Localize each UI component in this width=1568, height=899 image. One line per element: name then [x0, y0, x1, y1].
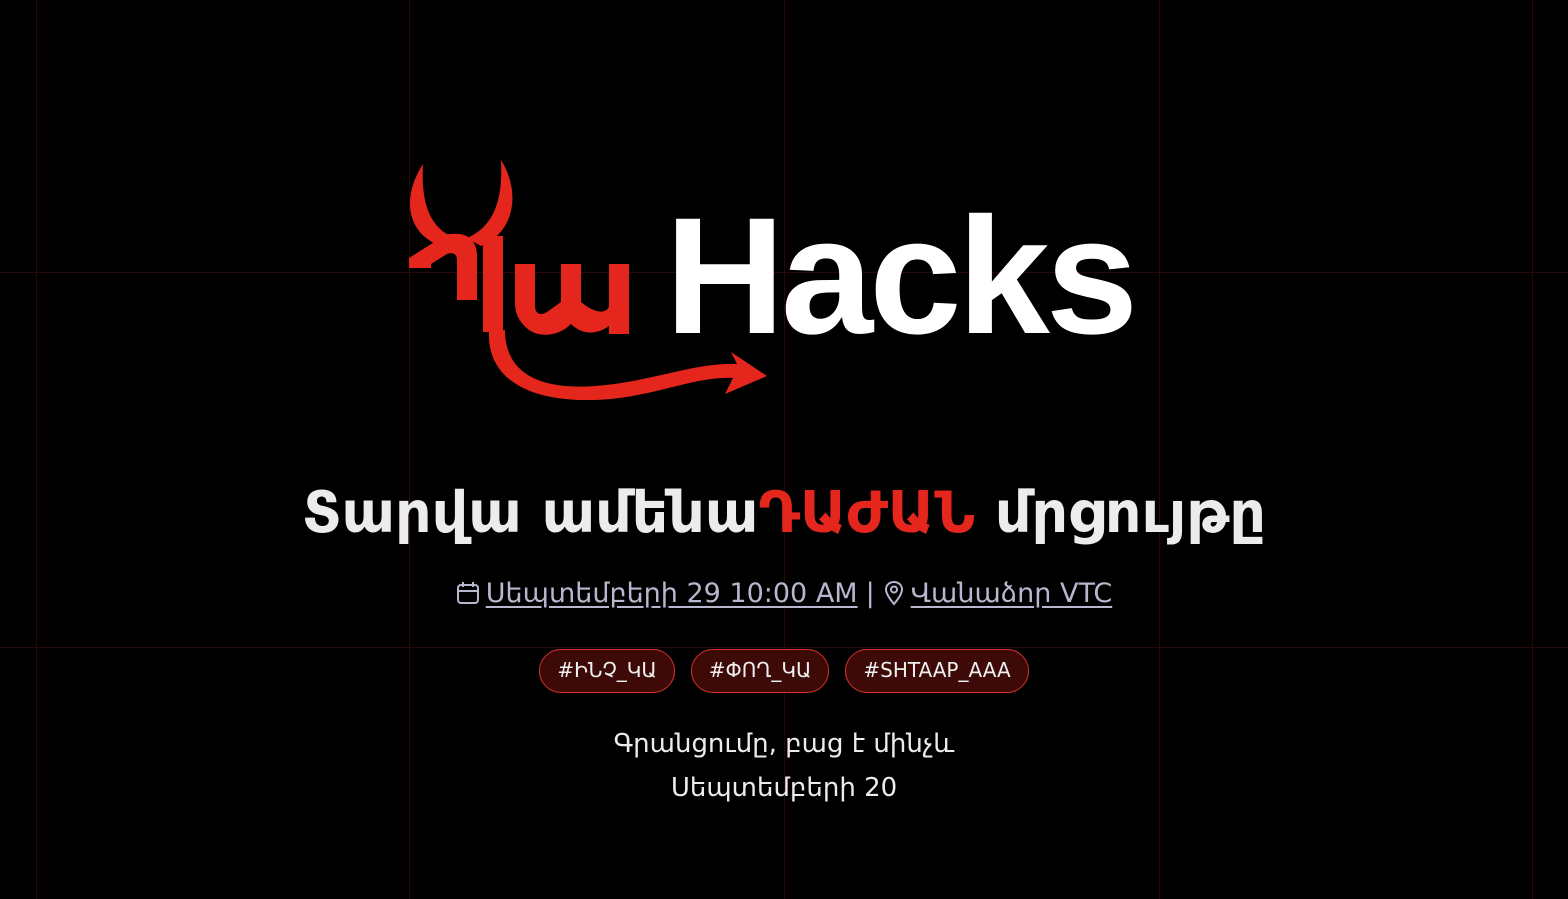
map-pin-icon [883, 578, 905, 618]
tag-list: #ԻՆՉ_ԿԱ #ՓՈՂ_ԿԱ #SHTAAP_AAA [0, 649, 1568, 693]
headline: Տարվա ամենաԴԱԺԱՆ մրցույթը [0, 474, 1568, 552]
event-location-link[interactable]: Վանաձոր VTC [911, 578, 1113, 609]
headline-text-end: մրցույթը [975, 480, 1267, 546]
tag-pill[interactable]: #ԻՆՉ_ԿԱ [539, 649, 675, 693]
registration-note: Գրանցումը, բաց է մինչև Սեպտեմբերի 20 [0, 722, 1568, 810]
calendar-icon [456, 578, 480, 618]
headline-accent: ԴԱԺԱՆ [758, 480, 976, 546]
event-meta: Սեպտեմբերի 29 10:00 AM | Վանաձոր VTC [0, 574, 1568, 618]
event-date-link[interactable]: Սեպտեմբերի 29 10:00 AM [486, 578, 858, 609]
tag-pill[interactable]: #SHTAAP_AAA [845, 649, 1029, 693]
logo-wordmark: Hacks [665, 184, 1138, 369]
grid-line [0, 647, 1568, 648]
logo: Hacks [395, 150, 1185, 400]
meta-separator: | [865, 578, 875, 609]
registration-line: Գրանցումը, բաց է մինչև [613, 729, 955, 759]
registration-deadline: Սեպտեմբերի 20 [670, 773, 898, 803]
headline-text: Տարվա ամենա [301, 480, 759, 546]
tag-pill[interactable]: #ՓՈՂ_ԿԱ [690, 649, 830, 693]
